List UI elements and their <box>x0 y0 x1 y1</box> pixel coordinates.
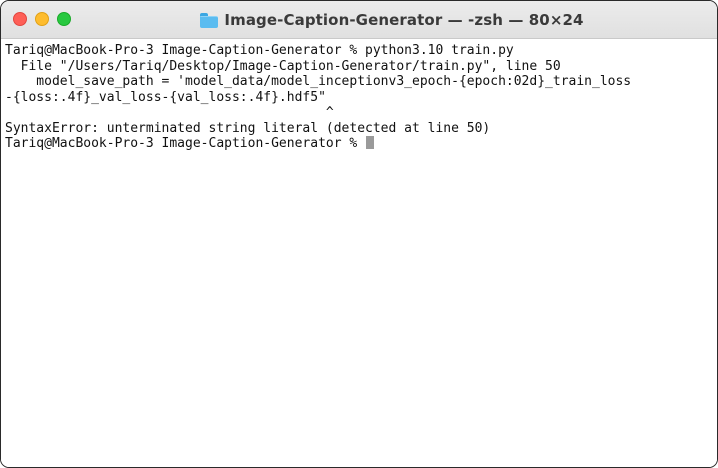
prompt-line[interactable]: Tariq@MacBook-Pro-3 Image-Caption-Genera… <box>5 136 717 152</box>
folder-icon <box>200 12 219 28</box>
terminal-line: -{loss:.4f}_val_loss-{val_loss:.4f}.hdf5… <box>5 89 326 105</box>
terminal-line: Tariq@MacBook-Pro-3 Image-Caption-Genera… <box>5 43 514 58</box>
window-title-wrap: Image-Caption-Generator — -zsh — 80×24 <box>1 1 717 38</box>
text-cursor <box>366 136 375 149</box>
terminal-window: Image-Caption-Generator — -zsh — 80×24 T… <box>0 0 718 468</box>
title-bar[interactable]: Image-Caption-Generator — -zsh — 80×24 <box>1 1 717 39</box>
window-title: Image-Caption-Generator — -zsh — 80×24 <box>224 10 584 29</box>
terminal-line: File "/Users/Tariq/Desktop/Image-Caption… <box>5 58 561 74</box>
terminal-line: ^ <box>5 105 334 120</box>
shell-prompt: Tariq@MacBook-Pro-3 Image-Caption-Genera… <box>5 136 366 151</box>
terminal-line: model_save_path = 'model_data/model_ince… <box>5 74 632 89</box>
terminal-line: SyntaxError: unterminated string literal… <box>5 120 491 136</box>
terminal-output[interactable]: Tariq@MacBook-Pro-3 Image-Caption-Genera… <box>1 39 717 467</box>
